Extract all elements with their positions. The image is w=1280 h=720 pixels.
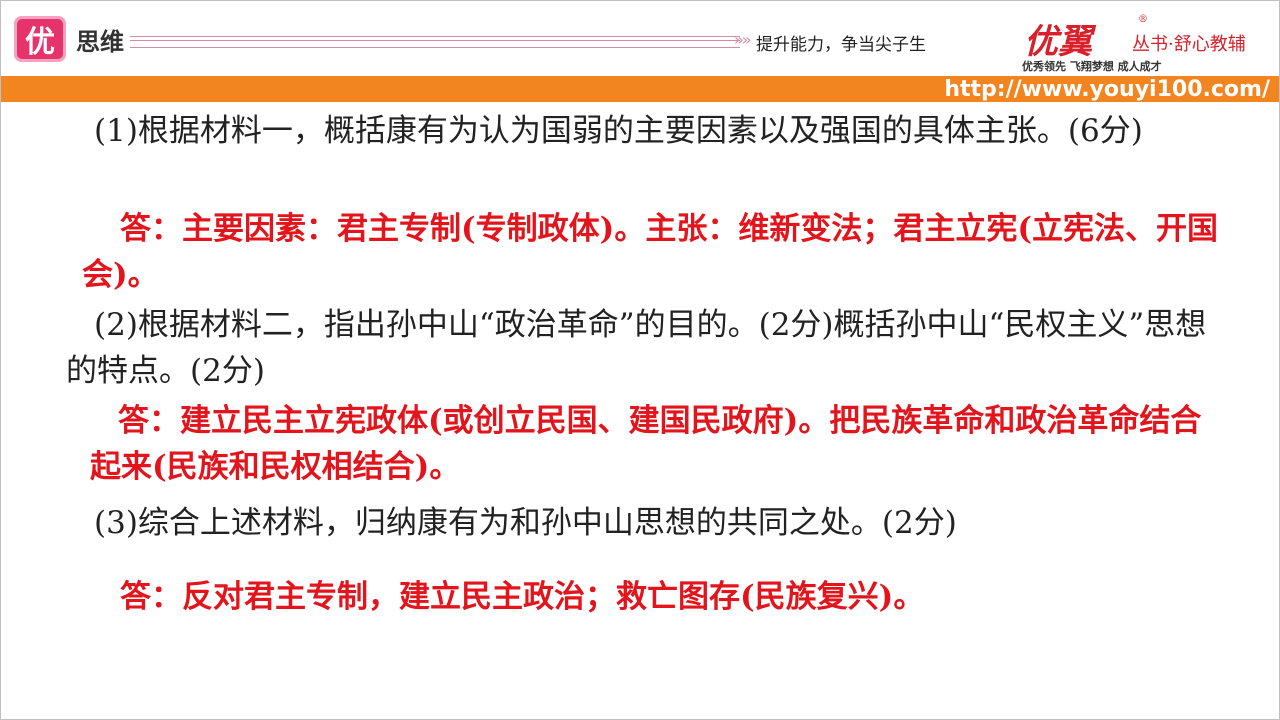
brand-tagline: 优秀领先 飞翔梦想 成人成才 bbox=[1022, 60, 1162, 73]
answer-3: 答：反对君主专制，建立民主政治；救亡图存(民族复兴)。 bbox=[120, 579, 925, 615]
brand-left-title: 思维 bbox=[76, 28, 124, 56]
brand-name: 优翼 bbox=[1024, 22, 1092, 62]
brand-logo: 优 bbox=[14, 16, 66, 62]
slogan: 提升能力，争当尖子生 bbox=[756, 35, 926, 55]
brand-series: 丛书·舒心教辅 bbox=[1132, 34, 1246, 55]
question-2: (2)根据材料二，指出孙中山“政治革命”的目的。(2分)概括孙中山“民权主义”思… bbox=[66, 307, 1207, 389]
decorative-rule bbox=[130, 36, 740, 48]
question-3: (3)综合上述材料，归纳康有为和孙中山思想的共同之处。(2分) bbox=[94, 505, 957, 541]
question-1: (1)根据材料一，概括康有为认为国弱的主要因素以及强国的具体主张。(6分) bbox=[94, 113, 1143, 149]
chevron-right-icon: »» bbox=[734, 30, 752, 49]
header: 优 思维 »» 提升能力，争当尖子生 优翼 ® 丛书·舒心教辅 优秀领先 飞翔梦… bbox=[0, 0, 1280, 104]
answer-2: 答：建立民主立宪政体(或创立民国、建国民政府)。把民族革命和政治革命结合起来(民… bbox=[90, 403, 1202, 485]
answer-1: 答：主要因素：君主专制(专制政体)。主张：维新变法；君主立宪(立宪法、开国会)。 bbox=[82, 211, 1218, 293]
registered-icon: ® bbox=[1138, 14, 1148, 25]
website-url[interactable]: http://www.youyi100.com/ bbox=[944, 76, 1270, 102]
brand-right: 优翼 ® 丛书·舒心教辅 优秀领先 飞翔梦想 成人成才 bbox=[1020, 14, 1270, 74]
